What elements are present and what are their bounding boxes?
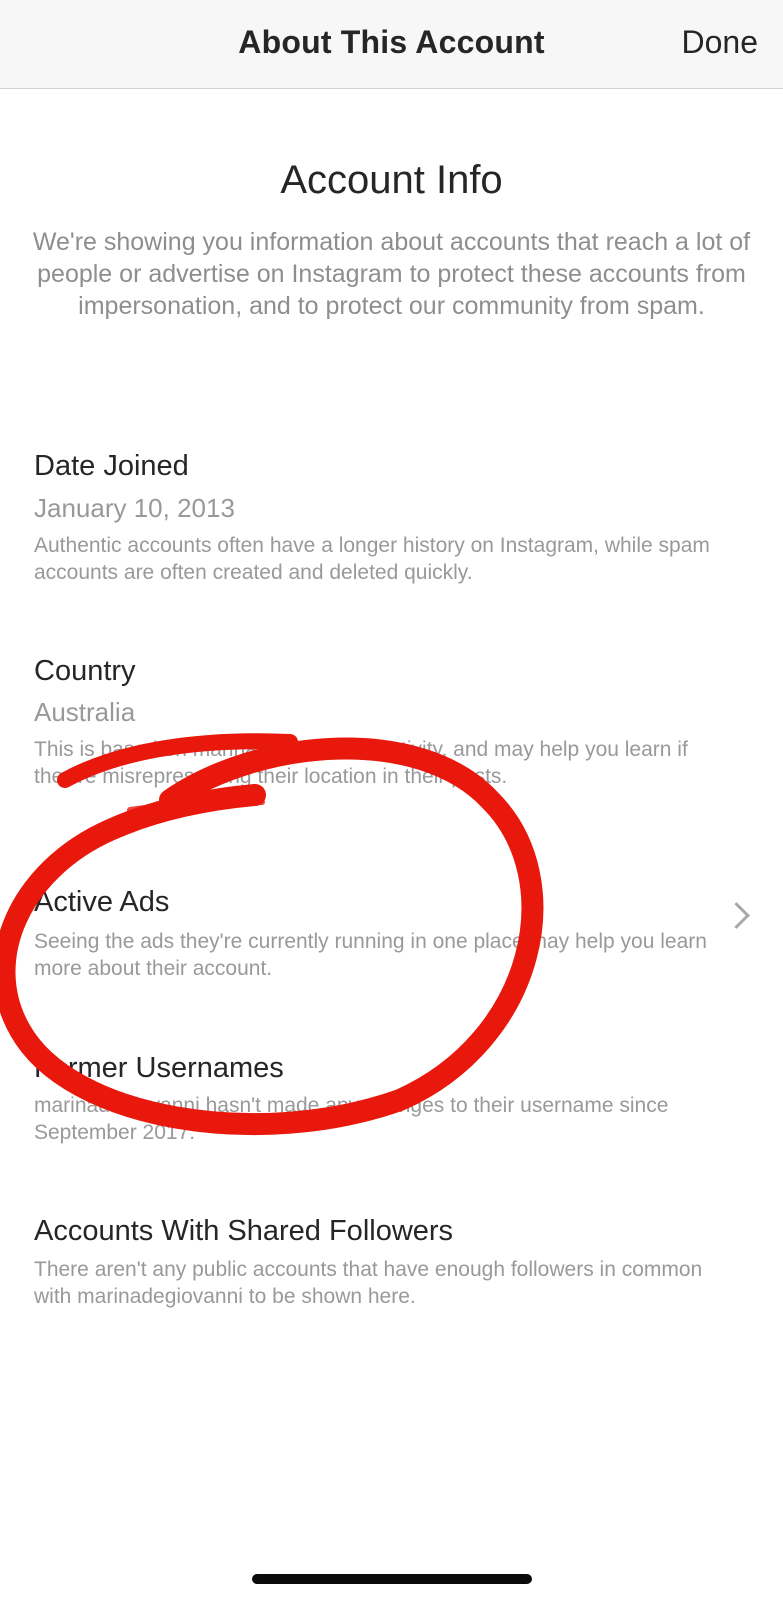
section-description: Seeing the ads they're currently running… xyxy=(34,930,707,980)
section-value: January 10, 2013 xyxy=(34,493,235,523)
section-title: Date Joined xyxy=(34,450,189,482)
section-title: Country xyxy=(34,655,136,687)
done-button[interactable]: Done xyxy=(682,24,759,61)
chevron-right-icon[interactable] xyxy=(723,902,750,929)
section-title: Former Usernames xyxy=(34,1052,284,1084)
section-title: Accounts With Shared Followers xyxy=(34,1215,454,1247)
home-indicator xyxy=(252,1574,532,1584)
section-description: There aren't any public accounts that ha… xyxy=(34,1258,703,1308)
section-description: Authentic accounts often have a longer h… xyxy=(34,534,710,584)
section-description: This is based on marinadegiovanni's acti… xyxy=(34,738,688,788)
intro-text: We're showing you information about acco… xyxy=(32,228,751,320)
nav-title: About This Account xyxy=(238,24,545,60)
section-value: Australia xyxy=(34,697,136,727)
section-title: Active Ads xyxy=(34,886,170,918)
section-description: marinadegiovanni hasn't made any changes… xyxy=(34,1094,669,1144)
page-title: Account Info xyxy=(280,158,503,202)
navigation-bar: About This Account Done xyxy=(0,0,783,89)
